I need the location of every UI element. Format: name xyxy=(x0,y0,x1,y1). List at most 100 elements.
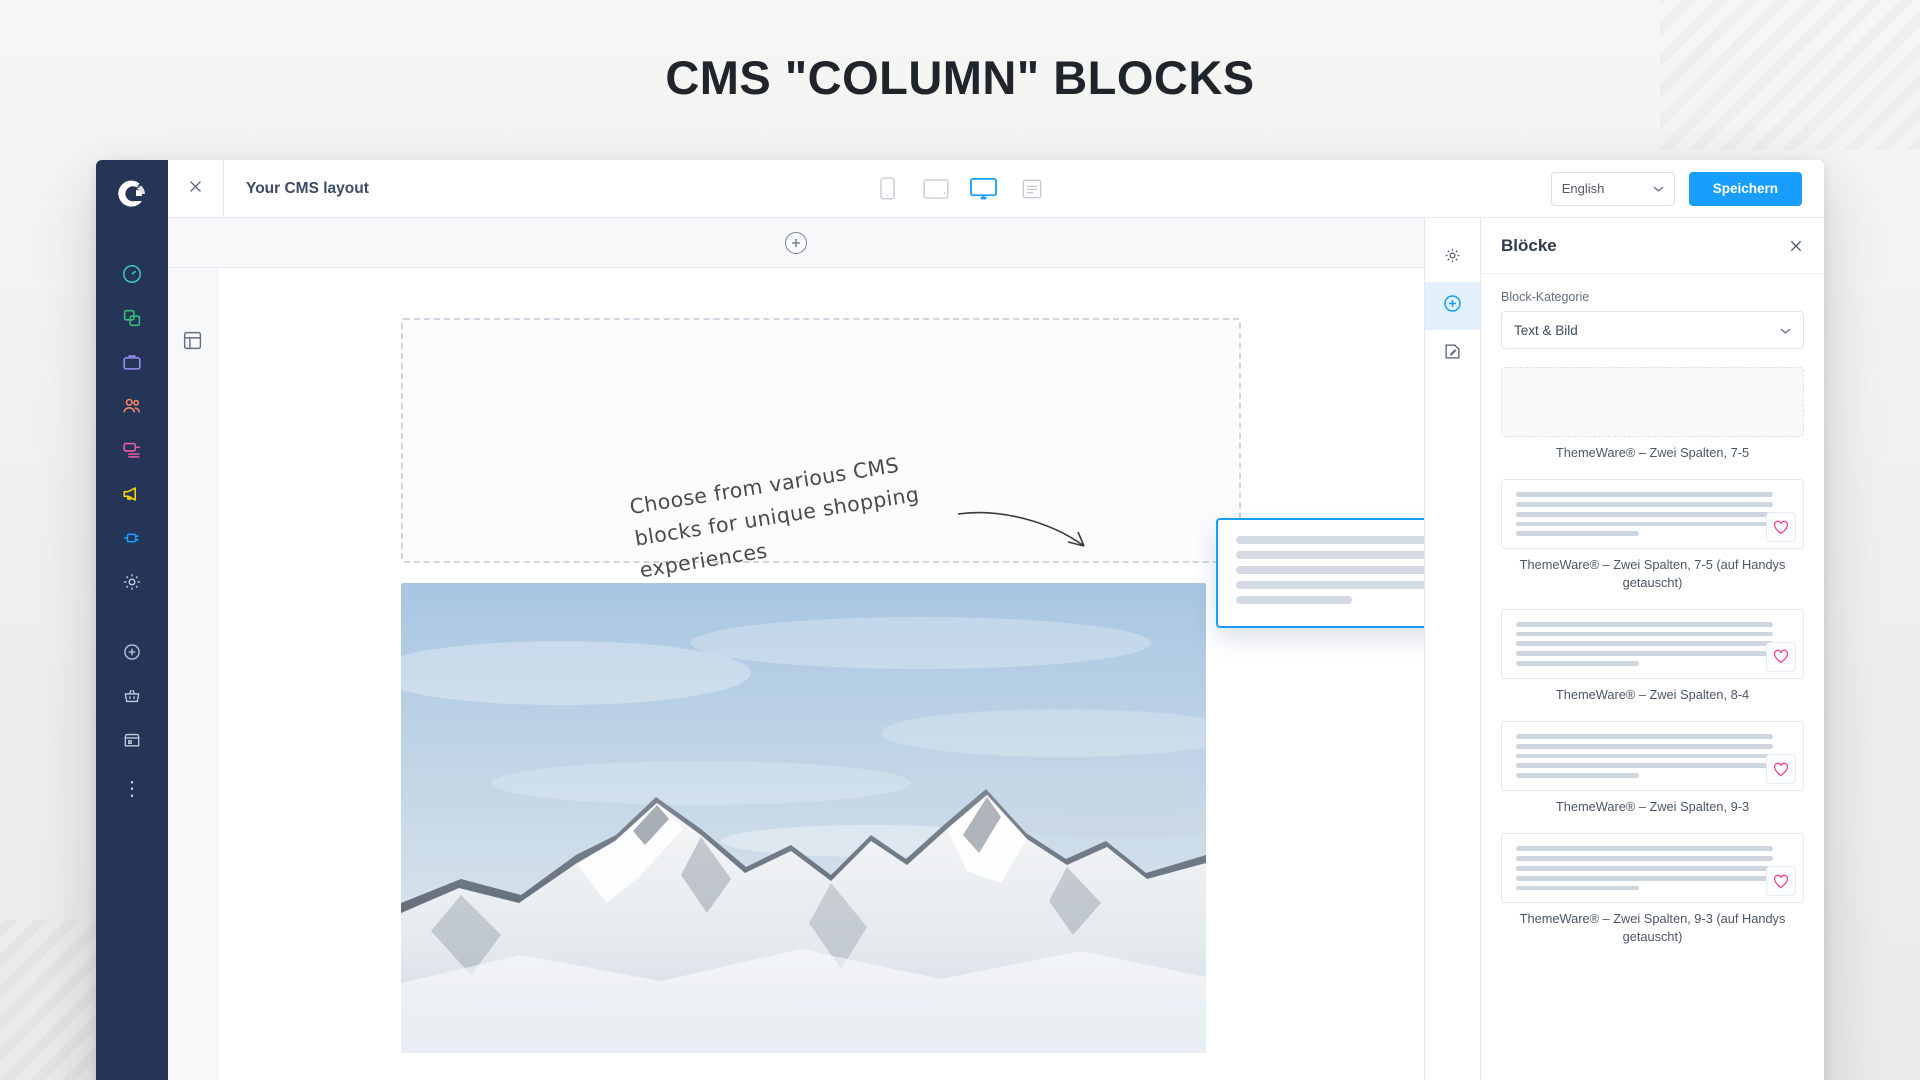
placeholder-line xyxy=(1236,596,1353,604)
placeholder-line xyxy=(1516,875,1773,881)
blocks-panel-title: Blöcke xyxy=(1501,235,1557,255)
language-select[interactable]: English xyxy=(1550,171,1675,206)
block-category-label: Block-Kategorie xyxy=(1501,290,1590,304)
block-item: ThemeWare® – Zwei Spalten, 7-5 xyxy=(1501,367,1804,461)
app-window: ⋮ Your CMS layout English Speichern Choo… xyxy=(96,160,1824,1080)
sidebar-item-more[interactable]: ⋮ xyxy=(110,764,154,808)
placeholder-line xyxy=(1516,631,1773,637)
placeholder-line xyxy=(1516,492,1773,498)
block-preview[interactable] xyxy=(1501,367,1804,437)
favorite-button[interactable] xyxy=(1766,866,1796,897)
placeholder-line xyxy=(1516,773,1640,779)
topbar-actions: English Speichern xyxy=(1550,171,1824,206)
tab-add-blocks[interactable] xyxy=(1424,282,1481,330)
sidebar-item-dashboard[interactable] xyxy=(110,254,154,298)
block-label: ThemeWare® – Zwei Spalten, 7-5 (auf Hand… xyxy=(1519,557,1786,590)
placeholder-line xyxy=(1516,621,1773,627)
heart-icon xyxy=(1774,874,1788,889)
editor-tool-strip xyxy=(1424,218,1481,1080)
placeholder-line xyxy=(1516,743,1773,749)
add-section-button[interactable] xyxy=(785,231,807,254)
canvas-stage: Choose from various CMS blocks for uniqu… xyxy=(218,268,1424,1080)
block-preview[interactable] xyxy=(1501,833,1804,904)
block-preview[interactable] xyxy=(1501,479,1804,550)
sidebar-item-extensions[interactable] xyxy=(110,518,154,562)
page-title: CMS "COLUMN" BLOCKS xyxy=(665,51,1255,104)
sidebar-item-add[interactable] xyxy=(110,632,154,676)
canvas-content: Choose from various CMS blocks for uniqu… xyxy=(401,318,1424,1053)
block-category-select[interactable]: Text & Bild xyxy=(1501,311,1804,349)
placeholder-line xyxy=(1236,566,1424,574)
empty-block-drop-zone[interactable] xyxy=(401,318,1241,563)
chevron-down-icon xyxy=(1780,323,1791,338)
placeholder-line xyxy=(1516,734,1773,739)
block-item: ThemeWare® – Zwei Spalten, 8-4 xyxy=(1501,608,1804,703)
sidebar-item-orders[interactable] xyxy=(110,342,154,386)
block-left-column xyxy=(1516,621,1773,666)
placeholder-line xyxy=(1516,651,1773,656)
desktop-view-button[interactable] xyxy=(969,174,999,204)
dragged-two-column-block[interactable] xyxy=(1216,518,1424,628)
canvas-row: Choose from various CMS blocks for uniqu… xyxy=(168,268,1424,1080)
orders-icon xyxy=(121,351,143,378)
placeholder-line xyxy=(1516,660,1640,666)
close-editor-button[interactable] xyxy=(168,160,224,218)
save-button[interactable]: Speichern xyxy=(1688,171,1802,206)
blocks-panel-body: Block-Kategorie Text & Bild ThemeWare® –… xyxy=(1481,274,1824,1080)
tab-settings[interactable] xyxy=(1425,234,1481,282)
placeholder-line xyxy=(1516,521,1773,527)
block-category-value: Text & Bild xyxy=(1514,322,1578,338)
sidebar-item-marketing[interactable] xyxy=(110,474,154,518)
content-icon xyxy=(121,439,143,466)
placeholder-line xyxy=(1236,551,1424,559)
device-preview-toggle-group xyxy=(369,174,1551,204)
placeholder-line xyxy=(1516,511,1773,517)
add-icon xyxy=(122,642,142,667)
sidebar-item-catalogues[interactable] xyxy=(110,298,154,342)
add-section-bar xyxy=(168,218,1424,268)
language-value: English xyxy=(1561,181,1605,196)
placeholder-line xyxy=(1516,531,1640,537)
plus-circle-icon xyxy=(1442,293,1463,319)
sidebar-item-content[interactable] xyxy=(110,430,154,474)
canvas-area: Choose from various CMS blocks for uniqu… xyxy=(168,218,1424,1080)
heart-icon xyxy=(1774,520,1788,535)
gear-icon xyxy=(1443,246,1462,270)
sidebar-item-settings[interactable] xyxy=(110,562,154,606)
placeholder-line xyxy=(1236,581,1424,589)
block-item: ThemeWare® – Zwei Spalten, 9-3 (auf Hand… xyxy=(1501,833,1804,945)
shopware-logo xyxy=(112,174,152,214)
heart-icon xyxy=(1774,649,1788,664)
basket-icon xyxy=(122,686,142,711)
favorite-button[interactable] xyxy=(1766,641,1796,672)
block-preview[interactable] xyxy=(1501,608,1804,679)
block-left-column xyxy=(1516,492,1773,537)
blocks-panel-header: Blöcke xyxy=(1481,218,1824,274)
close-icon xyxy=(187,178,204,200)
edit-document-icon xyxy=(1443,342,1462,366)
sidebar-item-basket[interactable] xyxy=(110,676,154,720)
favorite-button[interactable] xyxy=(1766,512,1796,543)
close-blocks-panel-button[interactable] xyxy=(1788,238,1804,254)
placeholder-line xyxy=(1516,641,1773,647)
customers-icon xyxy=(121,395,143,422)
sidebar-item-store[interactable] xyxy=(110,720,154,764)
layout-sections-icon[interactable] xyxy=(182,330,203,1080)
placeholder-line xyxy=(1516,885,1640,891)
placeholder-line xyxy=(1516,846,1773,852)
block-label: ThemeWare® – Zwei Spalten, 9-3 (auf Hand… xyxy=(1519,911,1786,944)
canvas-left-gutter xyxy=(168,268,218,1080)
favorite-button[interactable] xyxy=(1766,754,1796,785)
editor-topbar: Your CMS layout English Speichern xyxy=(168,160,1824,218)
hero-image-block[interactable] xyxy=(401,583,1206,1053)
placeholder-line xyxy=(1516,753,1773,759)
catalogues-icon xyxy=(121,307,143,334)
mobile-view-button[interactable] xyxy=(873,174,903,204)
sidebar-item-customers[interactable] xyxy=(110,386,154,430)
tablet-view-button[interactable] xyxy=(921,174,951,204)
block-preview[interactable] xyxy=(1501,721,1804,792)
list-view-button[interactable] xyxy=(1017,174,1047,204)
tab-edit[interactable] xyxy=(1425,330,1481,378)
block-label: ThemeWare® – Zwei Spalten, 7-5 xyxy=(1555,445,1750,460)
dragged-block-left-column xyxy=(1236,536,1424,610)
